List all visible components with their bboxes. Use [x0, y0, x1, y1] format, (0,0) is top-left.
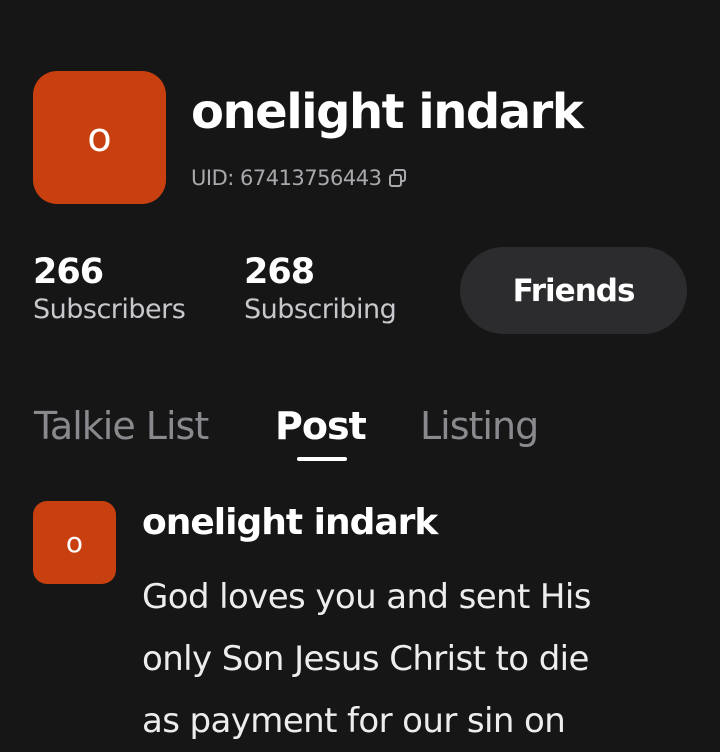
profile-avatar-letter: o	[87, 114, 112, 161]
post-line: God loves you and sent His	[142, 577, 591, 617]
uid-text: UID: 67413756443	[191, 166, 382, 190]
profile-tabs: Talkie List Post Listing	[0, 402, 720, 462]
post-line: as payment for our sin on	[142, 701, 566, 741]
post-author-name[interactable]: onelight indark	[142, 502, 438, 543]
subscribers-count: 266	[33, 252, 104, 292]
active-tab-indicator	[297, 457, 347, 461]
tab-talkie-list[interactable]: Talkie List	[34, 402, 209, 450]
post-author-avatar[interactable]: o	[33, 501, 116, 584]
post-body[interactable]: God loves you and sent His only Son Jesu…	[142, 566, 702, 752]
subscribing-label: Subscribing	[244, 294, 397, 325]
profile-avatar[interactable]: o	[33, 71, 166, 204]
tab-listing[interactable]: Listing	[420, 402, 539, 450]
uid-row: UID: 67413756443	[191, 166, 409, 190]
subscribers-label: Subscribers	[33, 294, 186, 325]
post-avatar-letter: o	[65, 526, 84, 559]
stat-subscribers[interactable]: 266 Subscribers	[33, 250, 186, 326]
copy-icon[interactable]	[387, 167, 409, 189]
friends-button[interactable]: Friends	[460, 247, 687, 334]
stat-subscribing[interactable]: 268 Subscribing	[244, 250, 397, 326]
profile-name: onelight indark	[191, 84, 584, 140]
tab-post[interactable]: Post	[275, 402, 367, 450]
subscribing-count: 268	[244, 252, 315, 292]
post-line: only Son Jesus Christ to die	[142, 639, 589, 679]
